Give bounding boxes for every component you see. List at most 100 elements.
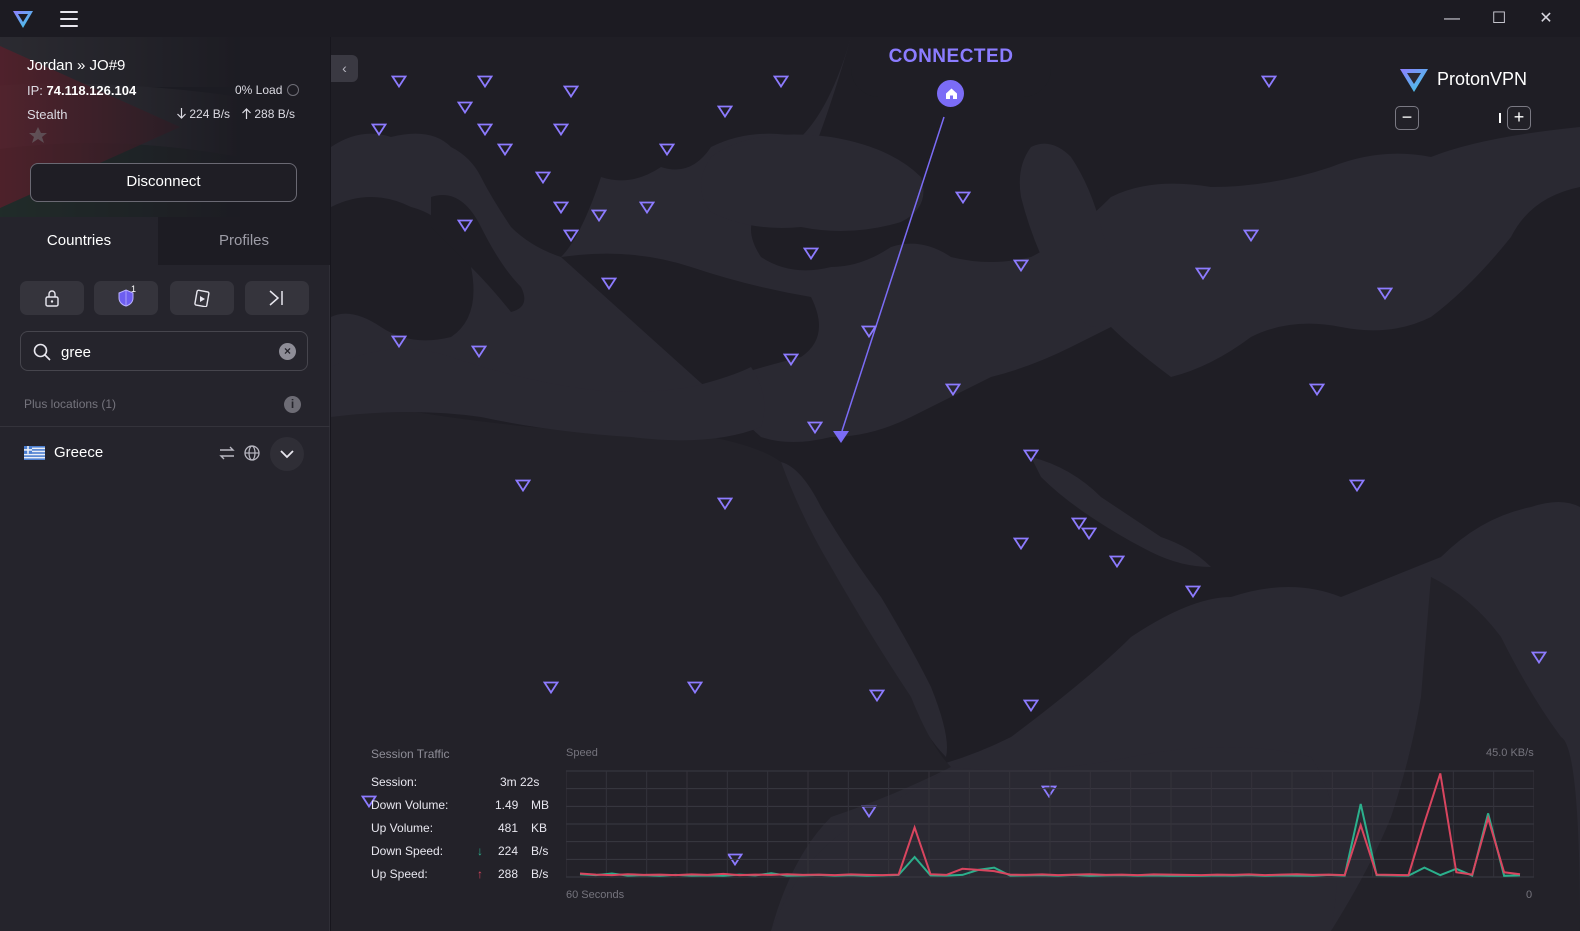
country-row-greece[interactable]: Greece	[0, 435, 330, 473]
speed-max-label: 45.0 KB/s	[1486, 747, 1534, 759]
server-marker-icon[interactable]	[717, 497, 733, 510]
info-icon[interactable]: i	[284, 396, 301, 413]
netshield-filter-button[interactable]: 1	[94, 281, 158, 315]
server-marker-icon[interactable]	[1013, 259, 1029, 272]
hamburger-menu-icon[interactable]	[60, 11, 78, 27]
server-marker-icon[interactable]	[1261, 75, 1277, 88]
server-marker-icon[interactable]	[1309, 383, 1325, 396]
maximize-button[interactable]: ☐	[1488, 8, 1510, 30]
minimize-button[interactable]: —	[1441, 8, 1463, 30]
up-arrow-icon: ↑	[477, 867, 483, 881]
ip-address: IP: 74.118.126.104	[27, 83, 137, 98]
close-button[interactable]: ✕	[1535, 8, 1557, 30]
feature-filters: 1	[20, 281, 310, 315]
server-marker-icon[interactable]	[471, 345, 487, 358]
session-traffic-title: Session Traffic	[371, 747, 450, 761]
clear-search-icon[interactable]: ×	[279, 343, 296, 360]
server-marker-icon[interactable]	[1023, 699, 1039, 712]
server-marker-icon[interactable]	[955, 191, 971, 204]
connected-server-label: Jordan » JO#9	[27, 57, 126, 74]
server-marker-icon[interactable]	[1185, 585, 1201, 598]
speed-chart-title: Speed	[566, 747, 598, 759]
server-marker-icon[interactable]	[601, 277, 617, 290]
split-arrows-icon	[269, 290, 283, 306]
tab-countries[interactable]: Countries	[0, 217, 158, 265]
down-speed-value: 224	[498, 844, 519, 858]
server-marker-icon[interactable]	[535, 171, 551, 184]
server-marker-icon[interactable]	[553, 123, 569, 136]
server-marker-icon[interactable]	[1013, 537, 1029, 550]
arrow-up-icon	[242, 108, 251, 119]
x-axis-end-label: 0	[1526, 889, 1533, 901]
home-icon	[946, 88, 957, 99]
divider	[0, 426, 330, 427]
protonvpn-logo-icon	[1400, 69, 1428, 92]
server-marker-icon[interactable]	[543, 681, 559, 694]
server-marker-icon[interactable]	[457, 101, 473, 114]
p2p-filter-button[interactable]	[245, 281, 309, 315]
server-marker-icon[interactable]	[391, 75, 407, 88]
search-box: ×	[20, 331, 308, 371]
server-marker-icon[interactable]	[687, 681, 703, 694]
arrow-down-icon	[177, 108, 186, 119]
zoom-out-button[interactable]: −	[1395, 106, 1419, 130]
server-marker-icon[interactable]	[477, 123, 493, 136]
server-marker-icon[interactable]	[1081, 527, 1097, 540]
x-axis-label: 60 Seconds	[566, 889, 625, 901]
server-marker-icon[interactable]	[639, 201, 655, 214]
down-speed-label: Down Speed:	[371, 844, 444, 858]
home-location-pin[interactable]	[934, 77, 967, 110]
load-indicator-icon	[287, 84, 300, 96]
up-volume-value: 481	[498, 821, 519, 835]
server-marker-icon[interactable]	[1377, 287, 1393, 300]
server-marker-icon[interactable]	[591, 209, 607, 222]
server-marker-icon[interactable]	[1109, 555, 1125, 568]
netshield-count: 1	[131, 284, 137, 294]
disconnect-button[interactable]: Disconnect	[30, 163, 297, 202]
server-marker-icon[interactable]	[553, 201, 569, 214]
server-marker-icon[interactable]	[717, 105, 733, 118]
server-marker-icon[interactable]	[861, 325, 877, 338]
brand-name: ProtonVPN	[1437, 69, 1528, 89]
down-volume-unit: MB	[531, 798, 549, 812]
country-name: Greece	[54, 444, 104, 461]
chevron-down-icon	[280, 450, 294, 459]
zoom-in-button[interactable]: +	[1507, 106, 1531, 130]
server-marker-icon[interactable]	[1349, 479, 1365, 492]
server-marker-icon[interactable]	[563, 85, 579, 98]
server-marker-icon[interactable]	[659, 143, 675, 156]
secure-core-filter-button[interactable]	[20, 281, 84, 315]
up-speed-unit: B/s	[531, 867, 549, 881]
connection-panel: Jordan » JO#9 IP: 74.118.126.104 0% Load…	[0, 37, 330, 217]
server-marker-icon[interactable]	[1195, 267, 1211, 280]
server-marker-icon[interactable]	[1023, 449, 1039, 462]
server-marker-icon[interactable]	[869, 689, 885, 702]
server-marker-icon[interactable]	[945, 383, 961, 396]
server-marker-icon[interactable]	[563, 229, 579, 242]
server-marker-icon[interactable]	[391, 335, 407, 348]
search-input[interactable]	[61, 341, 261, 363]
server-marker-icon[interactable]	[803, 247, 819, 260]
server-marker-icon[interactable]	[457, 219, 473, 232]
title-bar: — ☐ ✕	[0, 0, 1580, 37]
tab-profiles[interactable]: Profiles	[158, 217, 330, 265]
server-marker-icon[interactable]	[783, 353, 799, 366]
server-marker-icon[interactable]	[477, 75, 493, 88]
server-marker-icon[interactable]	[515, 479, 531, 492]
server-marker-icon[interactable]	[773, 75, 789, 88]
sidebar-tabs: Profiles Countries	[0, 217, 330, 265]
server-marker-icon[interactable]	[1243, 229, 1259, 242]
server-marker-icon[interactable]	[371, 123, 387, 136]
server-marker-icon[interactable]	[1531, 651, 1547, 664]
streaming-filter-button[interactable]	[170, 281, 234, 315]
session-traffic-panel: Session Traffic Session: 3m 22s Down Vol…	[361, 747, 1541, 917]
server-marker-icon[interactable]	[497, 143, 513, 156]
search-icon	[33, 343, 51, 361]
download-speed: 224 B/s	[177, 107, 230, 121]
down-arrow-icon: ↓	[477, 844, 483, 858]
server-marker-icon[interactable]	[807, 421, 823, 434]
up-speed-label: Up Speed:	[371, 867, 428, 881]
world-map[interactable]: ‹ CONNECTED ProtonVPN − + Session Traffi…	[331, 37, 1580, 931]
down-speed-unit: B/s	[531, 844, 549, 858]
expand-country-button[interactable]	[270, 437, 304, 471]
